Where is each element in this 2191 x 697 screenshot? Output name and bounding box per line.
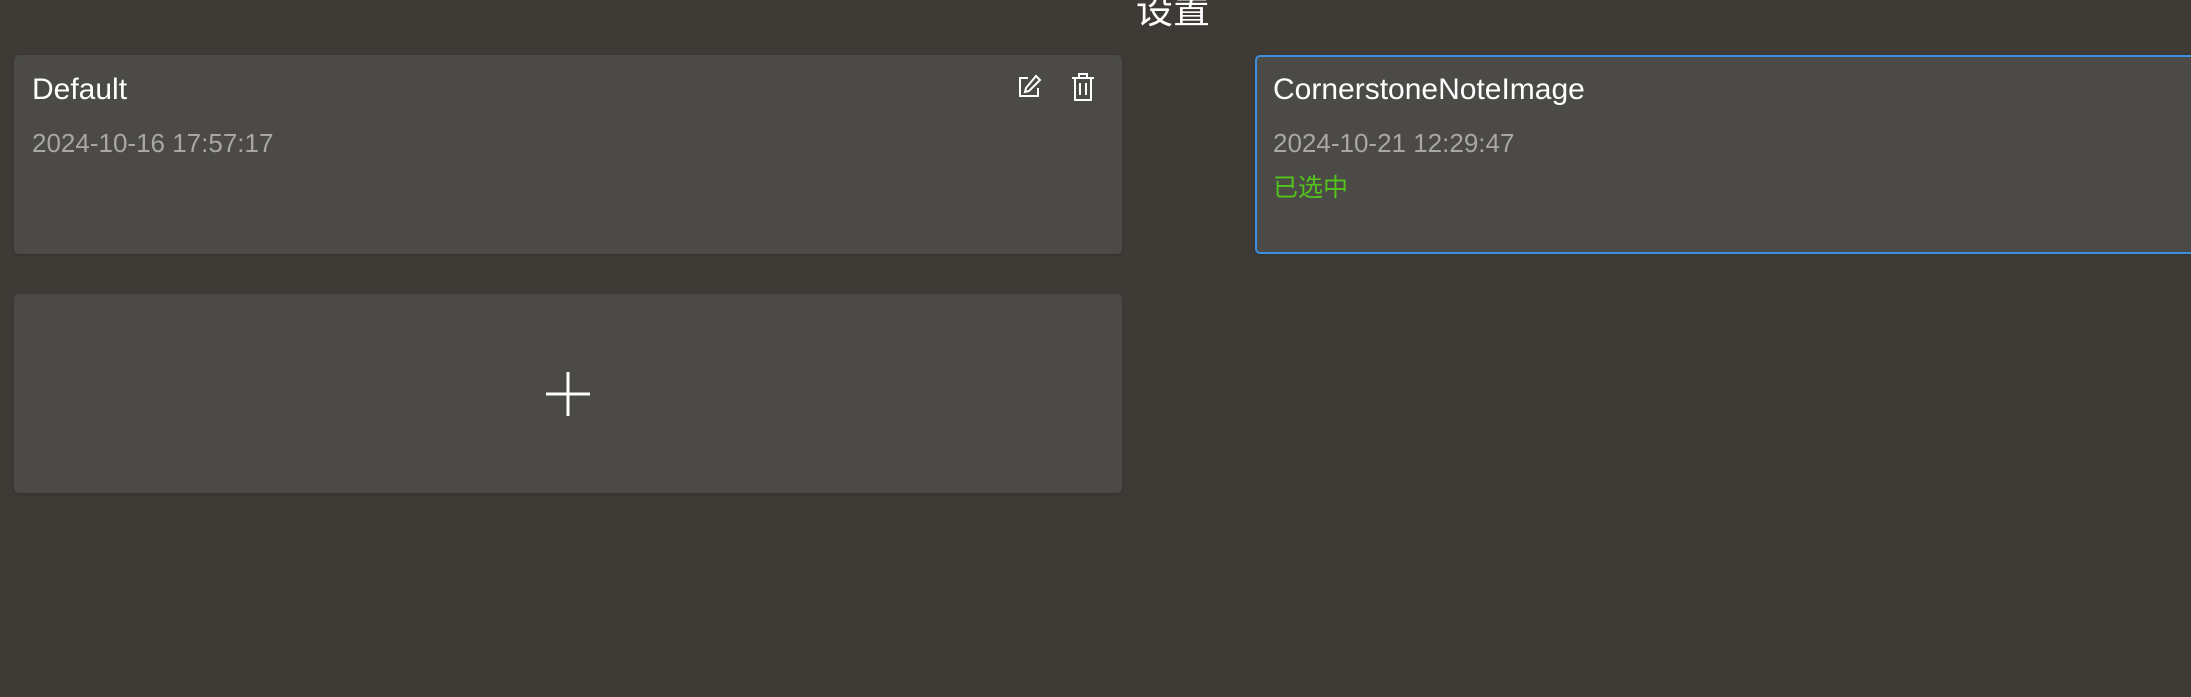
edit-icon[interactable] [1014, 71, 1044, 103]
page-title: 设置 [1136, 0, 1210, 32]
config-name: CornerstoneNoteImage [1273, 73, 1585, 106]
trash-icon[interactable] [1068, 71, 1098, 103]
config-card-selected[interactable]: CornerstoneNoteImage 2024-10-21 12:29:47… [1255, 55, 2191, 254]
config-actions [1014, 71, 1098, 103]
settings-page: 设置 Default 2024-10-16 17:57:17 Cornersto… [0, 0, 2191, 697]
add-config-button[interactable] [14, 294, 1122, 493]
config-date: 2024-10-16 17:57:17 [32, 128, 274, 158]
plus-icon [544, 370, 592, 418]
selected-status: 已选中 [1273, 173, 1349, 202]
config-card-default[interactable]: Default 2024-10-16 17:57:17 [14, 55, 1122, 254]
config-name: Default [32, 73, 128, 106]
config-date: 2024-10-21 12:29:47 [1273, 128, 1515, 158]
